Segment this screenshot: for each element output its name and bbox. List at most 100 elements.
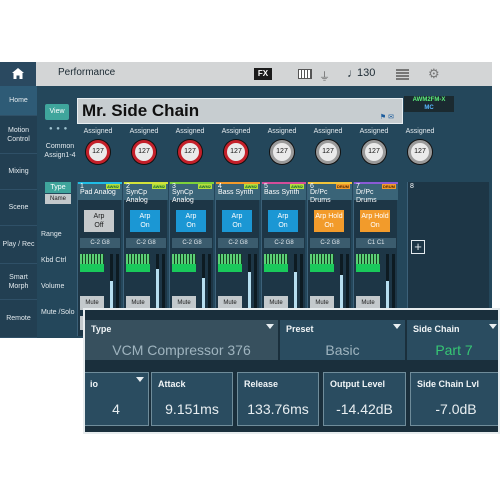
tempo-value[interactable]: 130 (357, 67, 375, 79)
note-range[interactable]: C-2 G8 (80, 238, 120, 248)
performance-name-field[interactable]: Mr. Side Chain ⚑ ✉ (77, 98, 403, 124)
assign-knob-6[interactable]: Assigned 127 (307, 128, 349, 174)
side-chain-level-label: Side Chain Lvl (417, 379, 480, 389)
knob-dial[interactable]: 127 (132, 140, 156, 164)
performance-name: Mr. Side Chain (82, 101, 200, 120)
kbd-ctrl-indicator[interactable] (172, 264, 196, 272)
note-range[interactable]: C-2 G8 (172, 238, 212, 248)
attack-label: Attack (158, 379, 186, 389)
sidebar: Home Motion Control Mixing Scene Play / … (0, 86, 37, 338)
knob-dial[interactable]: 127 (362, 140, 386, 164)
kbd-ctrl-indicator[interactable] (310, 264, 334, 272)
part-header[interactable]: 1 Pad Analog AWM2 (78, 182, 122, 200)
arp-toggle[interactable]: Arp Hold On (360, 210, 390, 232)
note-range[interactable]: C-2 G8 (310, 238, 350, 248)
kbd-ctrl-indicator[interactable] (356, 264, 380, 272)
knob-dial[interactable]: 127 (178, 140, 202, 164)
effect-preset-cell[interactable]: Preset Basic (280, 320, 406, 360)
kbd-ctrl-indicator[interactable] (218, 264, 242, 272)
part-header[interactable]: 2 SynCp Analog AWM2 (124, 182, 168, 204)
performance-content: View ● ● ● Common Assign1-4 Mr. Side Cha… (37, 86, 492, 338)
kbd-ctrl-indicator[interactable] (80, 264, 104, 272)
side-chain-value: Part 7 (435, 342, 473, 358)
keyboard-range-icon[interactable] (80, 254, 104, 264)
home-button[interactable] (0, 62, 36, 86)
knob-dial[interactable]: 127 (270, 140, 294, 164)
sidebar-item-smart-morph[interactable]: Smart Morph (0, 264, 37, 300)
assign-knob-3[interactable]: Assigned 127 (169, 128, 211, 174)
type-button[interactable]: Type (45, 182, 71, 193)
keyboard-range-icon[interactable] (126, 254, 150, 264)
keyboard-range-icon[interactable] (310, 254, 334, 264)
sidebar-item-play-rec[interactable]: Play / Rec (0, 226, 37, 264)
keyboard-range-icon[interactable] (218, 254, 242, 264)
part-header[interactable]: 3 SynCp Analog AWM2 (170, 182, 214, 204)
kbd-ctrl-row-label: Kbd Ctrl (41, 257, 67, 264)
dropdown-icon (489, 324, 497, 329)
note-range[interactable]: C-2 G8 (218, 238, 258, 248)
keyboard-range-icon[interactable] (356, 254, 380, 264)
sidebar-item-scene[interactable]: Scene (0, 190, 37, 226)
arp-state: On (278, 222, 288, 229)
part-type-badge: AWM2 (152, 184, 166, 189)
knob-dial[interactable]: 127 (316, 140, 340, 164)
knob-dial[interactable]: 127 (408, 140, 432, 164)
side-chain-label: Side Chain (413, 324, 460, 334)
sidebar-item-mixing[interactable]: Mixing (0, 154, 37, 190)
assign-knob-4[interactable]: Assigned 127 (215, 128, 257, 174)
sidebar-item-motion-control[interactable]: Motion Control (0, 116, 37, 154)
assign-knob-2[interactable]: Assigned 127 (123, 128, 165, 174)
arp-label: Arp Hold (361, 213, 389, 220)
range-row-label: Range (41, 231, 62, 238)
ratio-param[interactable]: io 4 (85, 372, 149, 426)
arp-toggle[interactable]: Arp On (222, 210, 252, 232)
effect-detail-panel: Type VCM Compressor 376 Preset Basic Sid… (83, 308, 500, 434)
arp-toggle[interactable]: Arp On (176, 210, 206, 232)
dropdown-icon (393, 324, 401, 329)
arp-toggle[interactable]: Arp On (268, 210, 298, 232)
assign-knob-8[interactable]: Assigned 127 (399, 128, 441, 174)
menu-grid-icon[interactable] (396, 68, 409, 80)
assign-knob-5[interactable]: Assigned 127 (261, 128, 303, 174)
arp-toggle[interactable]: Arp On (130, 210, 160, 232)
part-header[interactable]: 4 Bass Synth AWM2 (216, 182, 260, 200)
view-button[interactable]: View (45, 104, 69, 120)
arp-toggle[interactable]: Arp Off (84, 210, 114, 232)
output-level-param[interactable]: Output Level -14.42dB (323, 372, 406, 426)
keyboard-range-icon[interactable] (172, 254, 196, 264)
note-range[interactable]: C-2 G8 (126, 238, 166, 248)
part-category: Pad Analog (80, 189, 116, 196)
level-meter (254, 254, 257, 314)
effect-type-cell[interactable]: Type VCM Compressor 376 (85, 320, 279, 360)
knob-dial[interactable]: 127 (224, 140, 248, 164)
release-param[interactable]: Release 133.76ms (237, 372, 319, 426)
arp-state: On (140, 222, 150, 229)
fx-button[interactable]: FX (254, 68, 272, 80)
part-header[interactable]: 5 Bass Synth AWM2 (262, 182, 306, 200)
note-range[interactable]: C1 C1 (356, 238, 396, 248)
kbd-ctrl-indicator[interactable] (264, 264, 288, 272)
add-part-button[interactable]: + (411, 240, 425, 254)
assign-label: Assigned (405, 128, 435, 135)
side-chain-cell[interactable]: Side Chain Part 7 (407, 320, 498, 360)
part-category: Bass Synth (218, 189, 254, 196)
note-range[interactable]: C-2 G8 (264, 238, 304, 248)
part-header[interactable]: 6 Dr/Pc Drums DRUM (308, 182, 352, 204)
knob-dial[interactable]: 127 (86, 140, 110, 164)
gear-icon[interactable]: ⚙ (428, 66, 440, 82)
assign-knob-1[interactable]: Assigned 127 (77, 128, 119, 174)
keyboard-range-icon[interactable] (264, 254, 288, 264)
attack-param[interactable]: Attack 9.151ms (151, 372, 233, 426)
engine-badge-top: AWM2FM-X (412, 97, 446, 103)
sidebar-item-remote[interactable]: Remote (0, 300, 37, 338)
arp-toggle[interactable]: Arp Hold On (314, 210, 344, 232)
side-chain-level-param[interactable]: Side Chain Lvl -7.0dB (410, 372, 498, 426)
sidebar-item-home[interactable]: Home (0, 86, 37, 116)
part-header[interactable]: 7 Dr/Pc Drums DRUM (354, 182, 398, 204)
arp-label: Arp (93, 213, 105, 220)
part-category: SynCp Analog (126, 189, 148, 204)
kbd-ctrl-indicator[interactable] (126, 264, 150, 272)
assign-knob-7[interactable]: Assigned 127 (353, 128, 395, 174)
effect-preset-value: Basic (325, 342, 360, 358)
name-button[interactable]: Name (45, 194, 71, 204)
